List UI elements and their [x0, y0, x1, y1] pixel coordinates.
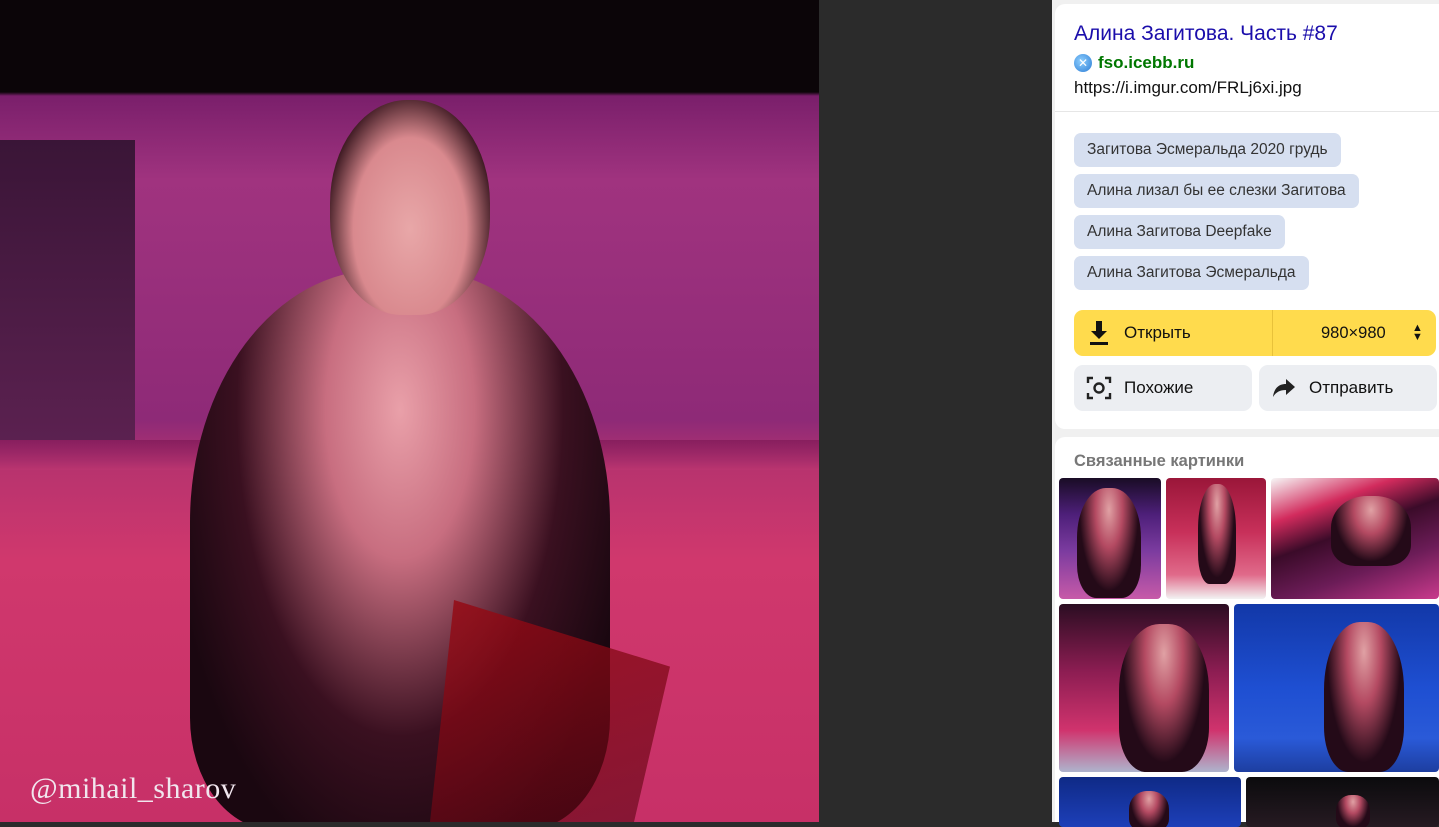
thumbnail-figure [1119, 624, 1209, 772]
source-title[interactable]: Алина Загитова. Часть #87 [1074, 22, 1338, 46]
send-button-label: Отправить [1309, 378, 1394, 397]
open-button-label: Открыть [1124, 323, 1191, 342]
related-thumbnail[interactable] [1059, 777, 1241, 827]
tag-list: Загитова Эсмеральда 2020 грудь Алина лиз… [1074, 133, 1434, 297]
thumbnail-figure [1324, 622, 1404, 772]
similar-button[interactable]: Похожие [1074, 365, 1252, 411]
related-thumbnail[interactable] [1059, 478, 1161, 599]
share-arrow-icon [1273, 379, 1295, 397]
photo-skater-head [330, 100, 490, 315]
thumbnail-figure [1198, 484, 1236, 584]
chevron-updown-icon[interactable]: ▲ ▼ [1412, 323, 1423, 343]
tag-chip[interactable]: Алина лизал бы ее слезки Загитова [1074, 174, 1359, 208]
related-images-card: Связанные картинки [1055, 437, 1439, 827]
related-images-title: Связанные картинки [1074, 452, 1245, 470]
main-photo[interactable]: @mihail_sharov [0, 0, 819, 822]
open-button-separator [1272, 310, 1273, 356]
thumbnail-figure [1336, 795, 1370, 827]
tag-chip[interactable]: Алина Загитова Эсмеральда [1074, 256, 1309, 290]
source-site-row[interactable]: ✕ fso.icebb.ru [1074, 52, 1194, 74]
tag-chip[interactable]: Алина Загитова Deepfake [1074, 215, 1285, 249]
send-button[interactable]: Отправить [1259, 365, 1437, 411]
camera-search-icon [1086, 376, 1112, 400]
source-url[interactable]: https://i.imgur.com/FRLj6xi.jpg [1074, 78, 1302, 98]
related-thumbnail[interactable] [1234, 604, 1439, 772]
open-button[interactable]: Открыть 980×980 ▲ ▼ [1074, 310, 1436, 356]
photo-board-panel [0, 140, 135, 440]
source-site-name[interactable]: fso.icebb.ru [1098, 53, 1194, 73]
image-viewer: @mihail_sharov [0, 0, 1052, 822]
site-favicon-icon: ✕ [1074, 54, 1092, 72]
download-icon [1090, 321, 1108, 345]
related-thumbnail[interactable] [1166, 478, 1266, 599]
tag-chip[interactable]: Загитова Эсмеральда 2020 грудь [1074, 133, 1341, 167]
photo-watermark: @mihail_sharov [30, 772, 237, 805]
similar-button-label: Похожие [1124, 378, 1194, 397]
source-card: Алина Загитова. Часть #87 ✕ fso.icebb.ru… [1055, 4, 1439, 429]
related-thumbnail[interactable] [1246, 777, 1439, 827]
thumbnail-figure [1077, 488, 1141, 598]
thumbnail-figure [1331, 496, 1411, 566]
related-thumbnail[interactable] [1059, 604, 1229, 772]
size-select[interactable]: 980×980 [1321, 324, 1401, 343]
related-thumbnail[interactable] [1271, 478, 1439, 599]
sidebar: Алина Загитова. Часть #87 ✕ fso.icebb.ru… [1052, 0, 1439, 827]
divider [1055, 111, 1439, 112]
photo-skirt [430, 600, 670, 822]
